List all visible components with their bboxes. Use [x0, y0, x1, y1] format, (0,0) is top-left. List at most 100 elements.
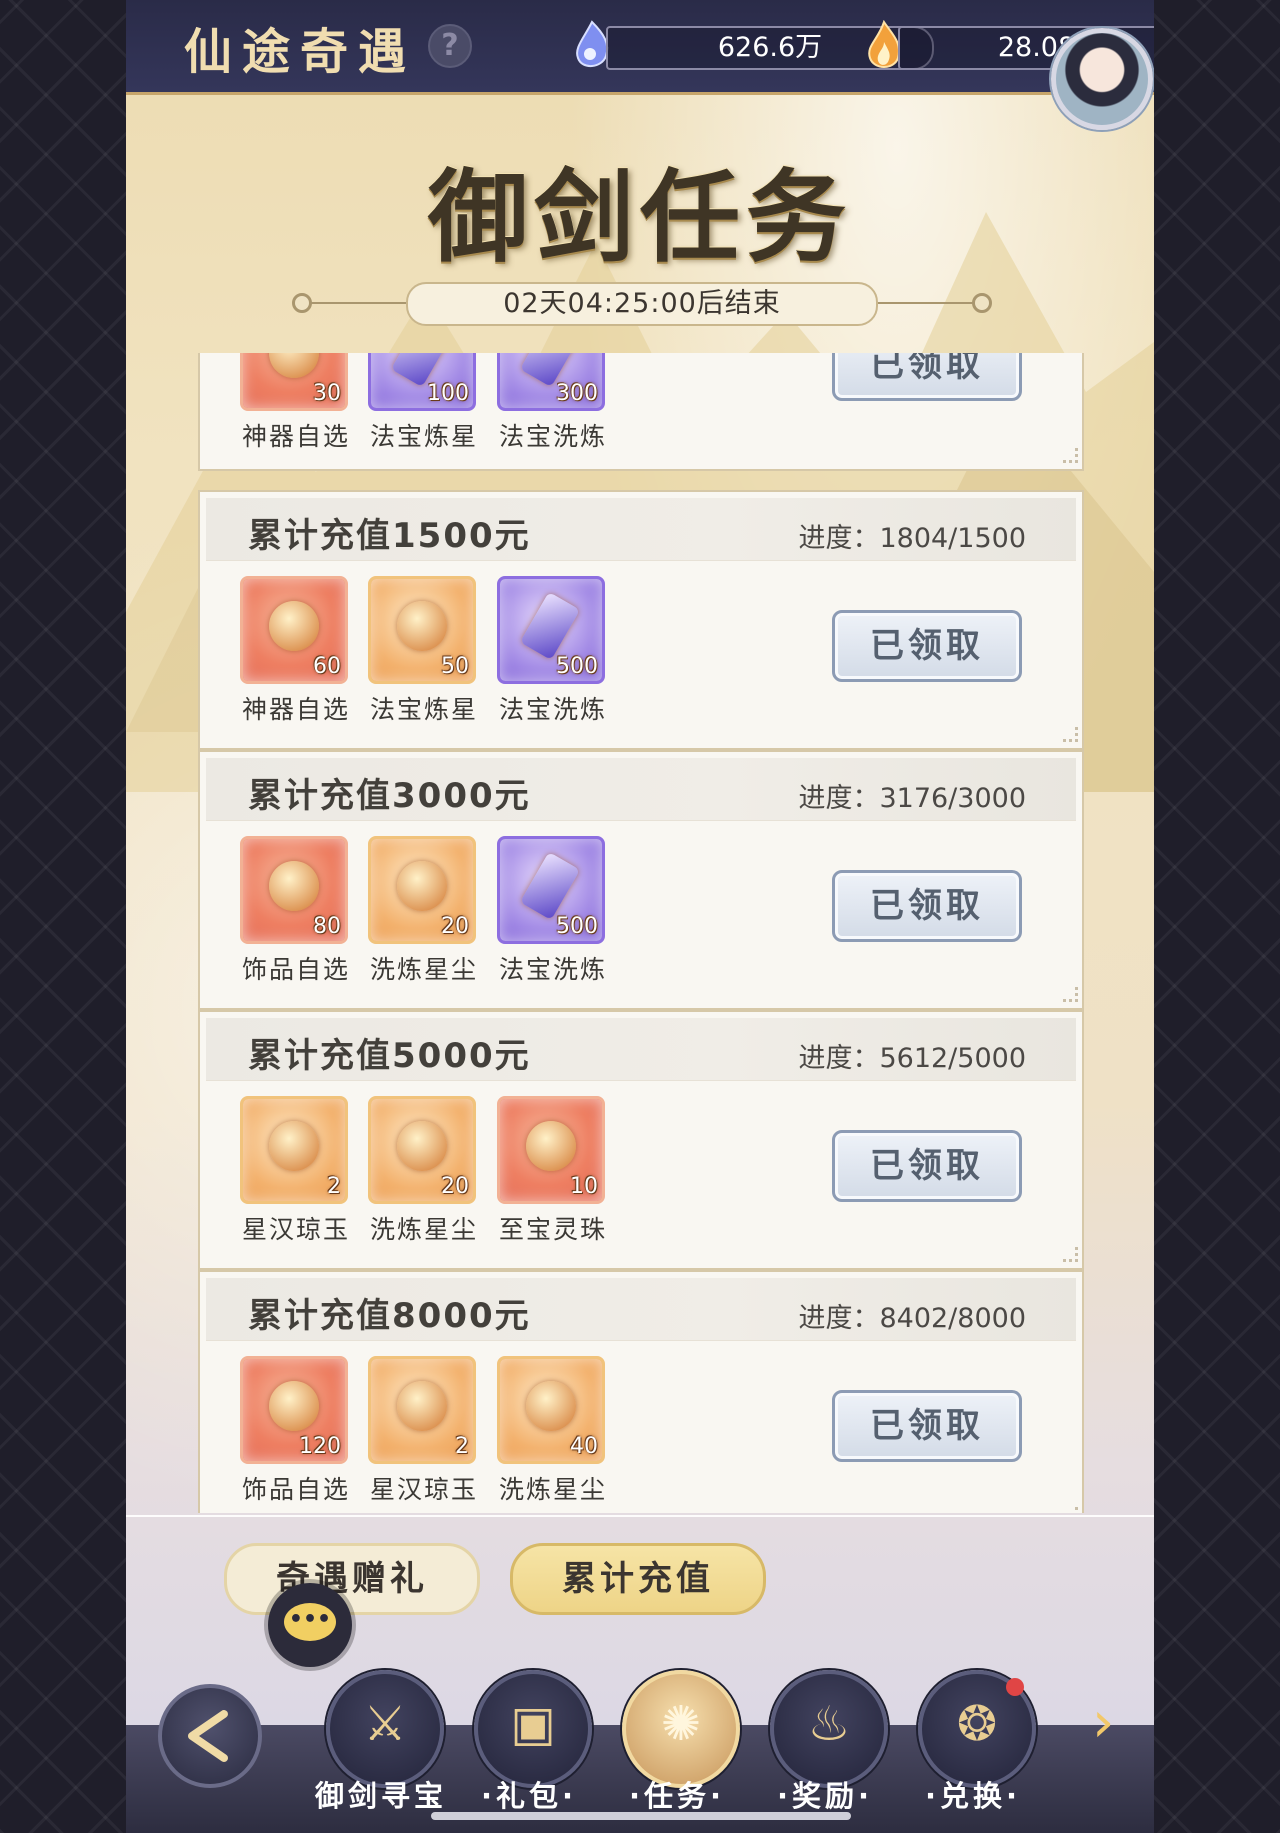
- claimed-button[interactable]: 已领取: [832, 1130, 1022, 1202]
- reward-label: 法宝炼星: [369, 695, 478, 724]
- reward-count: 100: [427, 381, 469, 406]
- reward-icon: 40: [497, 1356, 605, 1464]
- reward-count: 500: [556, 914, 598, 939]
- player-avatar[interactable]: [1051, 28, 1153, 130]
- reward-count: 2: [327, 1174, 341, 1199]
- reward-count: 50: [441, 654, 469, 679]
- nav-label: ·兑换·: [924, 1779, 1022, 1813]
- reward-label: 神器自选: [241, 695, 350, 724]
- reward-label: 至宝灵珠: [498, 1215, 607, 1244]
- reward-count: 30: [313, 381, 341, 406]
- tab-cumulative-recharge[interactable]: 累计充值: [510, 1543, 766, 1615]
- reward-count: 300: [556, 381, 598, 406]
- reward-label: 饰品自选: [241, 955, 350, 984]
- task-title: 累计充值3000元: [248, 776, 531, 816]
- nav-gift-pack[interactable]: ▣: [474, 1670, 592, 1788]
- exchange-icon: ❂: [956, 1696, 998, 1752]
- claimed-button[interactable]: 已领取: [832, 610, 1022, 682]
- nav-rewards[interactable]: ♨: [770, 1670, 888, 1788]
- flame-icon: ♨: [807, 1696, 851, 1752]
- giftbox-icon: ▣: [510, 1696, 556, 1752]
- task-card: 累计充值3000元 进度：3176/3000 80 饰品自选 20 洗炼星尘 5…: [198, 750, 1084, 1010]
- reward-icon: 10: [497, 1096, 605, 1204]
- reward-label: 饰品自选: [241, 1475, 350, 1504]
- nav-tasks[interactable]: ✺: [622, 1670, 740, 1788]
- back-button[interactable]: [158, 1684, 262, 1788]
- reward-label: 洗炼星尘: [369, 1215, 478, 1244]
- chat-button[interactable]: •••: [268, 1583, 352, 1667]
- task-title: 累计充值1500元: [248, 516, 531, 556]
- event-timer: 02天04:25:00后结束: [406, 282, 878, 326]
- reward-count: 500: [556, 654, 598, 679]
- task-card-header: 累计充值8000元 进度：8402/8000: [206, 1278, 1076, 1341]
- reward-count: 60: [313, 654, 341, 679]
- reward-count: 40: [570, 1434, 598, 1459]
- reward-icon: 20: [368, 836, 476, 944]
- task-card: 30 神器自选 100 法宝炼星 300 法宝洗炼 已领取: [198, 353, 1084, 471]
- reward-icon: 300: [497, 353, 605, 411]
- reward-count: 80: [313, 914, 341, 939]
- reward-icon: 50: [368, 576, 476, 684]
- task-icon: ✺: [660, 1696, 702, 1752]
- reward-icon: 80: [240, 836, 348, 944]
- claimed-button[interactable]: 已领取: [832, 870, 1022, 942]
- reward-icon: 500: [497, 576, 605, 684]
- claimed-button[interactable]: 已领取: [832, 353, 1022, 401]
- next-arrow-icon[interactable]: ›: [1092, 1690, 1114, 1755]
- back-arrow-icon: [188, 1710, 228, 1762]
- reward-count: 10: [570, 1174, 598, 1199]
- help-button[interactable]: ?: [428, 24, 472, 68]
- currency-1-value: 626.6万: [717, 32, 823, 63]
- task-card-header: 累计充值5000元 进度：5612/5000: [206, 1018, 1076, 1081]
- reward-label: 法宝洗炼: [498, 695, 607, 724]
- notification-dot: [1006, 1678, 1024, 1696]
- reward-label: 洗炼星尘: [369, 955, 478, 984]
- tab-encounter-gift[interactable]: 奇遇赠礼: [224, 1543, 480, 1615]
- nav-label: ·礼包·: [480, 1779, 578, 1813]
- task-title: 累计充值5000元: [248, 1036, 531, 1076]
- sword-icon: ⚔: [363, 1696, 407, 1752]
- task-progress: 进度：1804/1500: [798, 523, 1026, 554]
- task-card-header: 累计充值1500元 进度：1804/1500: [206, 498, 1076, 561]
- reward-icon: 100: [368, 353, 476, 411]
- claimed-button[interactable]: 已领取: [832, 1390, 1022, 1462]
- task-card: 累计充值1500元 进度：1804/1500 60 神器自选 50 法宝炼星 5…: [198, 490, 1084, 750]
- task-title: 累计充值8000元: [248, 1296, 531, 1336]
- reward-count: 120: [299, 1434, 341, 1459]
- nav-label: ·任务·: [628, 1779, 726, 1813]
- reward-icon: 120: [240, 1356, 348, 1464]
- task-progress: 进度：5612/5000: [798, 1043, 1026, 1074]
- task-card: 累计充值5000元 进度：5612/5000 2 星汉琼玉 20 洗炼星尘 10…: [198, 1010, 1084, 1270]
- reward-count: 20: [441, 914, 469, 939]
- reward-count: 20: [441, 1174, 469, 1199]
- home-indicator: [431, 1812, 851, 1820]
- task-card-header: 累计充值3000元 进度：3176/3000: [206, 758, 1076, 821]
- app-screen: 仙途奇遇 ? 626.6万 28.08万 御剑任务 02天04:25:00后结束: [126, 0, 1154, 1833]
- reward-label: 神器自选: [241, 422, 350, 451]
- section-divider: [126, 1515, 1154, 1517]
- reward-icon: 2: [240, 1096, 348, 1204]
- reward-icon: 500: [497, 836, 605, 944]
- nav-label: ·奖励·: [776, 1779, 874, 1813]
- reward-label: 星汉琼玉: [369, 1475, 478, 1504]
- nav-sword-treasure[interactable]: ⚔: [326, 1670, 444, 1788]
- task-progress: 进度：8402/8000: [798, 1303, 1026, 1334]
- reward-icon: 2: [368, 1356, 476, 1464]
- reward-icon: 30: [240, 353, 348, 411]
- reward-label: 法宝洗炼: [498, 422, 607, 451]
- chat-bubble-icon: •••: [284, 1603, 336, 1641]
- task-card: 累计充值8000元 进度：8402/8000 120 饰品自选 2 星汉琼玉 4…: [198, 1270, 1084, 1513]
- reward-icon: 60: [240, 576, 348, 684]
- reward-label: 法宝炼星: [369, 422, 478, 451]
- reward-icon: 20: [368, 1096, 476, 1204]
- timer-ornament-left: [292, 293, 312, 313]
- top-bar: 仙途奇遇 ? 626.6万 28.08万: [126, 0, 1154, 95]
- reward-label: 星汉琼玉: [241, 1215, 350, 1244]
- task-progress: 进度：3176/3000: [798, 783, 1026, 814]
- nav-label: 御剑寻宝: [314, 1779, 447, 1813]
- task-list[interactable]: 30 神器自选 100 法宝炼星 300 法宝洗炼 已领取 累计充值1500元 …: [198, 353, 1084, 1513]
- reward-label: 法宝洗炼: [498, 955, 607, 984]
- app-title: 仙途奇遇: [184, 24, 417, 80]
- event-title: 御剑任务: [428, 158, 852, 276]
- timer-ornament-right: [972, 293, 992, 313]
